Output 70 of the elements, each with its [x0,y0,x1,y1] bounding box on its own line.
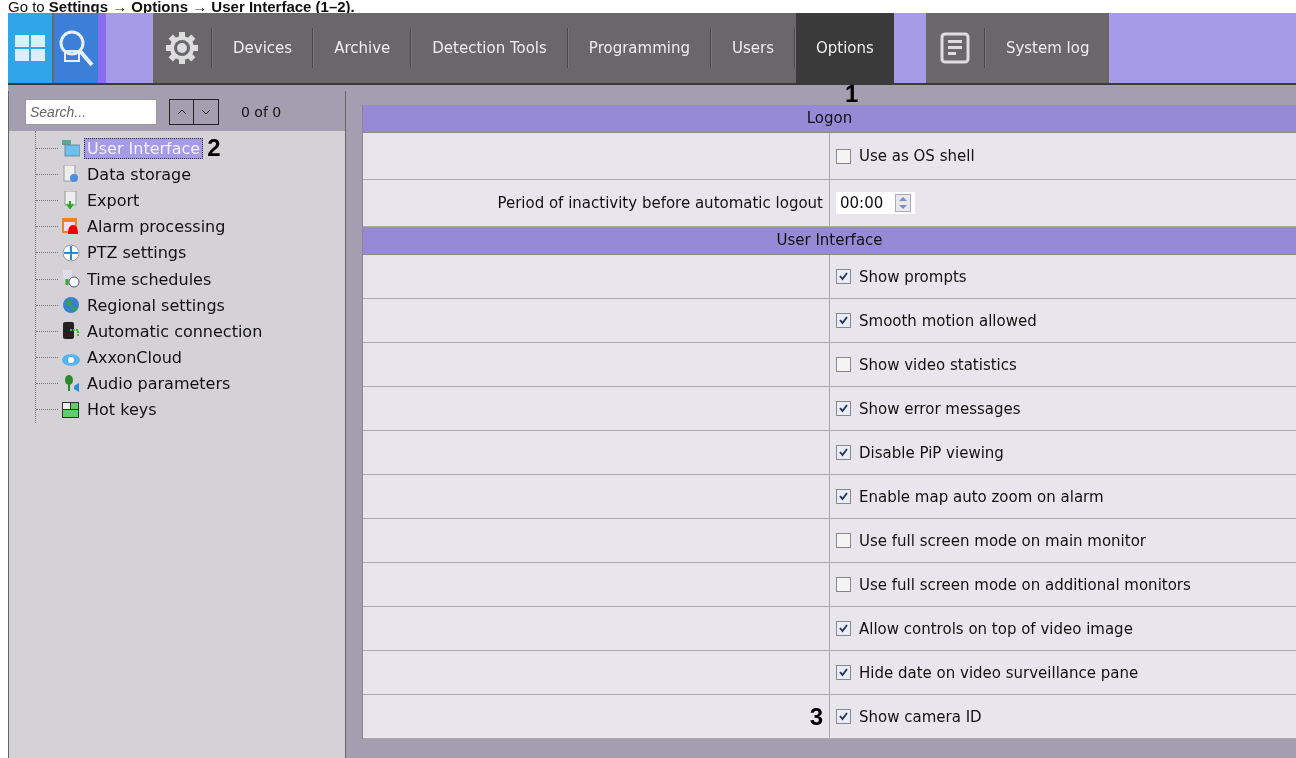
checkbox[interactable] [836,533,851,548]
checkbox[interactable] [836,269,851,284]
checkbox-label: Show prompts [859,267,967,286]
callout-number: 2 [207,138,221,159]
tree-item[interactable]: AxxonCloud [84,347,186,369]
globe-icon [62,296,80,315]
tree-item[interactable]: Hot keys [84,399,160,421]
toolbar-tab[interactable]: Detection Tools [412,13,567,83]
spin-arrows-icon [895,194,912,212]
checkbox[interactable] [836,577,851,592]
search-field[interactable]: Search... [25,99,157,125]
settings-icon [164,30,200,66]
microphone-speaker-icon [62,374,80,393]
checkbox-label: Allow controls on top of video image [859,619,1133,638]
tree-item[interactable]: Export [84,189,143,211]
grid-icon [15,35,45,61]
toolbar-tab[interactable]: Options [796,13,894,83]
clock-icon [62,270,80,289]
checkbox-label: Use full screen mode on additional monitors [859,575,1191,594]
tree-item[interactable]: Data storage [84,163,195,185]
checkbox[interactable] [836,357,851,372]
keyboard-icon [62,400,80,419]
toolbar-tab[interactable]: Programming [568,13,710,83]
checkbox[interactable] [836,621,851,636]
system-log-tab[interactable]: System log [985,13,1110,83]
toolbar-spacer [98,13,153,83]
tree-item[interactable]: Regional settings [84,294,228,316]
match-counter: 0 of 0 [241,104,282,120]
checkbox-label: Use full screen mode on main monitor [859,531,1146,550]
chevron-down-icon [201,109,211,115]
tree-item[interactable]: Alarm processing [84,216,229,238]
checkbox-label: Use as OS shell [859,147,975,165]
checkbox-label: Smooth motion allowed [859,311,1037,330]
document-gear-icon [62,165,80,184]
toolbar-spacer [893,13,926,83]
callout-number: 1 [844,84,859,104]
toolbar-tab[interactable]: Users [711,13,794,83]
checkbox-label: Hide date on video surveillance pane [859,663,1139,682]
chevron-up-icon [176,109,187,115]
bell-icon [62,217,80,236]
toolbar-tab[interactable]: Archive [314,13,411,83]
tree-item[interactable]: Time schedules [84,268,215,290]
checkbox-label: Enable map auto zoom on alarm [859,487,1104,506]
checkbox-label: Show video statistics [859,355,1017,374]
document-arrow-icon [62,191,80,210]
section-header: User Interface [363,227,1296,255]
section-header: Logon [363,105,1296,133]
tree-item[interactable]: Audio parameters [84,373,234,395]
checkbox-label: Show error messages [859,399,1021,418]
archive-search-button[interactable] [54,13,98,83]
checkbox[interactable] [836,148,851,164]
toolbar-tab[interactable]: Devices [213,13,313,83]
checkbox-label: Disable PiP viewing [859,443,1004,462]
checkbox-label: Show camera ID [859,707,982,726]
callout-number: 3 [809,706,823,727]
window-icon [62,139,80,158]
document-list-icon [939,32,970,64]
server-icon [62,322,80,341]
search-icon [58,29,94,67]
checkbox[interactable] [836,445,851,460]
checkbox[interactable] [836,709,851,724]
checkbox[interactable] [836,665,851,680]
time-field[interactable]: 00:00 [836,192,916,214]
setting-label: Period of inactivity before automatic logout [497,194,823,212]
checkbox[interactable] [836,313,851,328]
checkbox[interactable] [836,489,851,504]
checkbox[interactable] [836,401,851,416]
tree-item[interactable]: PTZ settings [84,242,190,264]
move-arrows-icon [62,243,80,262]
tree-item[interactable]: Automatic connection [84,320,266,342]
